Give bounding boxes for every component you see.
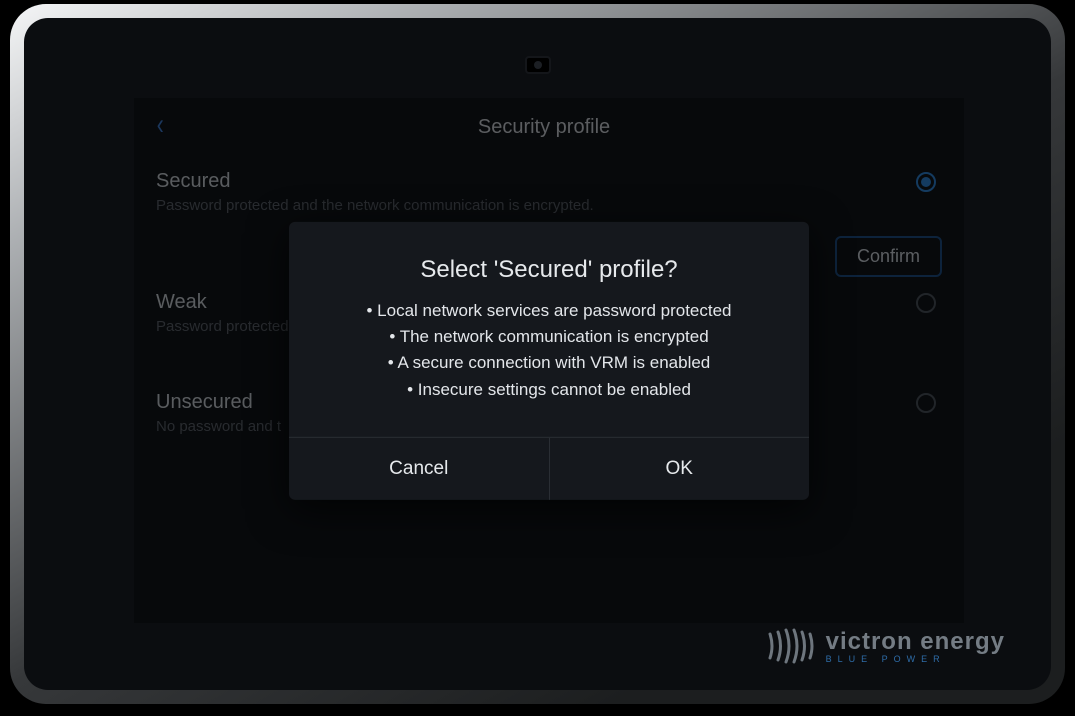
page-header: ‹ Security profile: [134, 98, 964, 156]
radio-secured[interactable]: [916, 172, 936, 192]
dialog-bullet: • Local network services are password pr…: [319, 297, 779, 323]
screen: ‹ Security profile Secured Password prot…: [134, 98, 964, 623]
device-frame: ‹ Security profile Secured Password prot…: [10, 4, 1065, 704]
camera-notch: [525, 56, 551, 74]
confirm-dialog: Select 'Secured' profile? • Local networ…: [289, 221, 809, 499]
radio-unsecured[interactable]: [916, 393, 936, 413]
dialog-actions: Cancel OK: [289, 437, 809, 500]
brand-text: victron energy BLUE POWER: [826, 628, 1005, 664]
dialog-bullet: • A secure connection with VRM is enable…: [319, 350, 779, 376]
option-description: Password protected and the network commu…: [156, 197, 756, 214]
brand-logo: victron energy BLUE POWER: [766, 626, 1005, 666]
dialog-title: Select 'Secured' profile?: [289, 221, 809, 297]
brand-mark-icon: [766, 626, 814, 666]
dialog-body: • Local network services are password pr…: [289, 297, 809, 436]
cancel-button[interactable]: Cancel: [289, 438, 549, 500]
dialog-bullet: • Insecure settings cannot be enabled: [319, 376, 779, 402]
ok-button[interactable]: OK: [549, 438, 810, 500]
option-title: Secured: [156, 170, 942, 193]
page-title: Security profile: [172, 116, 916, 139]
confirm-button[interactable]: Confirm: [835, 236, 942, 277]
radio-weak[interactable]: [916, 293, 936, 313]
brand-name: victron energy: [826, 628, 1005, 656]
dialog-bullet: • The network communication is encrypted: [319, 324, 779, 350]
option-secured[interactable]: Secured Password protected and the netwo…: [134, 156, 964, 230]
back-chevron-icon[interactable]: ‹: [157, 106, 170, 148]
device-bezel: ‹ Security profile Secured Password prot…: [24, 18, 1051, 690]
